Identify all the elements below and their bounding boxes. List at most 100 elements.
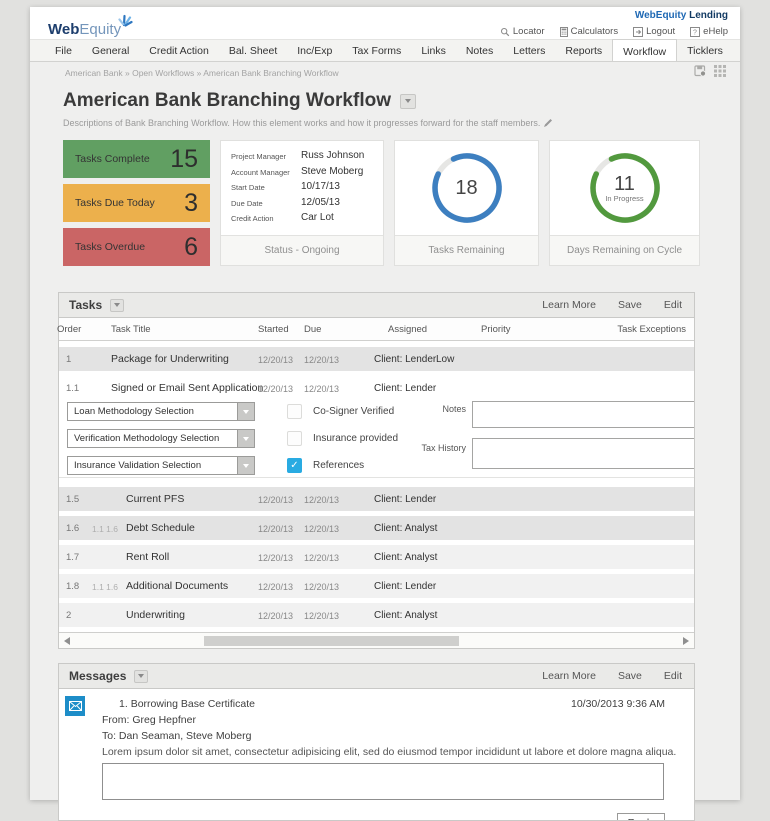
- status-label: Status - Ongoing: [221, 235, 383, 265]
- task-started: 12/20/13: [258, 355, 293, 365]
- checkbox-references[interactable]: ✓References: [287, 456, 398, 475]
- logo-web: Web: [48, 21, 79, 38]
- action-learn-more[interactable]: Learn More: [542, 670, 596, 682]
- task-started: 12/20/13: [258, 582, 293, 592]
- task-title: Package for Underwriting: [111, 353, 229, 365]
- task-due: 12/20/13: [304, 611, 339, 621]
- toplink-ehelp[interactable]: ?eHelp: [690, 26, 728, 37]
- task-order: 1.5: [66, 494, 79, 505]
- tab-file[interactable]: File: [45, 40, 82, 61]
- days-remaining-label: Days Remaining on Cycle: [550, 235, 699, 265]
- select-chevron-icon[interactable]: [237, 403, 254, 420]
- message-subject: 1. Borrowing Base Certificate: [119, 698, 255, 710]
- task-row-rent-roll[interactable]: 1.7Rent Roll12/20/1312/20/13Client: Anal…: [59, 545, 694, 569]
- stat-card-tasks-due-today: Tasks Due Today3: [63, 184, 210, 222]
- tab-links[interactable]: Links: [411, 40, 456, 61]
- save-history-icon[interactable]: [694, 64, 707, 82]
- messages-dropdown-button[interactable]: [134, 670, 148, 683]
- message-to: To: Dan Seaman, Steve Moberg: [102, 730, 665, 742]
- tasks-panel-title: Tasks: [69, 298, 102, 312]
- task-assigned: Client: Lender: [374, 494, 436, 505]
- reply-button[interactable]: Reply: [617, 813, 665, 821]
- select-chevron-icon[interactable]: [237, 430, 254, 447]
- task-expanded-detail: Loan Methodology Selection Verification M…: [59, 400, 694, 478]
- task-started: 12/20/13: [258, 495, 293, 505]
- scrollbar-thumb[interactable]: [204, 636, 459, 646]
- verification-methodology-selection-select[interactable]: Verification Methodology Selection: [67, 429, 255, 448]
- title-dropdown-button[interactable]: [400, 94, 416, 109]
- unchecked-checkbox-icon[interactable]: [287, 404, 302, 419]
- checkbox-co-signer-verified[interactable]: Co-Signer Verified: [287, 402, 398, 421]
- days-remaining-value: 11: [605, 174, 643, 194]
- insurance-validation-selection-select[interactable]: Insurance Validation Selection: [67, 456, 255, 475]
- tab-credit-action[interactable]: Credit Action: [139, 40, 219, 61]
- task-row-underwriting[interactable]: 2Underwriting12/20/1312/20/13Client: Ana…: [59, 603, 694, 627]
- tab-ticklers[interactable]: Ticklers: [677, 40, 733, 61]
- toplink-logout[interactable]: Logout: [633, 26, 675, 37]
- breadcrumb: American Bank » Open Workflows » America…: [65, 68, 339, 78]
- tab-notes[interactable]: Notes: [456, 40, 503, 61]
- reply-row: Reply: [89, 813, 665, 821]
- task-assigned: Client: Analyst: [374, 523, 437, 534]
- top-links: Locator Calculators Logout ?eHelp: [500, 26, 728, 37]
- action-learn-more[interactable]: Learn More: [542, 299, 596, 311]
- edit-pencil-icon[interactable]: [543, 118, 553, 128]
- tax-history-textarea[interactable]: [472, 438, 694, 469]
- task-row-signed-or-email-sent-application[interactable]: 1.1Signed or Email Sent Application12/20…: [59, 376, 694, 400]
- notes-textarea[interactable]: [472, 401, 694, 428]
- tab-tax-forms[interactable]: Tax Forms: [342, 40, 411, 61]
- tab-workflow[interactable]: Workflow: [612, 39, 677, 61]
- task-title: Rent Roll: [126, 551, 169, 563]
- logo-equity: Equity: [79, 21, 121, 38]
- tab-bal-sheet[interactable]: Bal. Sheet: [219, 40, 287, 61]
- task-row-current-pfs[interactable]: 1.5Current PFS12/20/1312/20/13Client: Le…: [59, 487, 694, 511]
- product-lending: Lending: [689, 10, 728, 21]
- task-row-package-for-underwriting[interactable]: 1Package for Underwriting12/20/1312/20/1…: [59, 347, 694, 371]
- action-edit[interactable]: Edit: [664, 299, 682, 311]
- messages-panel: Messages Learn MoreSaveEdit 1. Borrowing…: [58, 663, 695, 821]
- notes-label: Notes: [409, 404, 466, 414]
- scroll-right-icon[interactable]: [683, 637, 689, 645]
- task-assigned: Client: Lender: [374, 581, 436, 592]
- task-row-debt-schedule[interactable]: 1.61.1 1.6Debt Schedule12/20/1312/20/13C…: [59, 516, 694, 540]
- select-chevron-icon[interactable]: [237, 457, 254, 474]
- tab-letters[interactable]: Letters: [503, 40, 555, 61]
- page-title: American Bank Branching Workflow: [63, 90, 391, 112]
- task-title: Underwriting: [126, 609, 185, 621]
- topbar-right: WebEquity Lending Locator Calculators Logo…: [500, 10, 728, 37]
- col-task-title: Task Title: [111, 324, 151, 335]
- checked-checkbox-icon[interactable]: ✓: [287, 458, 302, 473]
- top-bar: WebEquity WebEquity Lending Locator Calcu…: [30, 7, 740, 39]
- tasks-rows: 1Package for Underwriting12/20/1312/20/1…: [59, 341, 694, 632]
- scroll-left-icon[interactable]: [64, 637, 70, 645]
- message-subject-row: 1. Borrowing Base Certificate 10/30/2013…: [89, 698, 665, 710]
- tasks-remaining-label: Tasks Remaining: [395, 235, 538, 265]
- tab-reports[interactable]: Reports: [555, 40, 612, 61]
- action-save[interactable]: Save: [618, 670, 642, 682]
- toplink-locator[interactable]: Locator: [500, 26, 545, 37]
- tasks-panel: Tasks Learn MoreSaveEdit OrderTask Title…: [58, 292, 695, 649]
- grid-view-icon[interactable]: [714, 64, 726, 82]
- product-name: WebEquity Lending: [500, 10, 728, 21]
- loan-methodology-selection-select[interactable]: Loan Methodology Selection: [67, 402, 255, 421]
- logout-icon: [633, 27, 643, 37]
- unchecked-checkbox-icon[interactable]: [287, 431, 302, 446]
- task-order: 1.7: [66, 552, 79, 563]
- tasks-remaining-value: 18: [455, 178, 477, 198]
- reply-textarea[interactable]: [102, 763, 664, 800]
- message-timestamp: 10/30/2013 9:36 AM: [571, 698, 665, 710]
- action-edit[interactable]: Edit: [664, 670, 682, 682]
- checkbox-insurance-provided[interactable]: Insurance provided: [287, 429, 398, 448]
- tasks-actions: Learn More Save Edit: [542, 299, 682, 311]
- info-rows: Project ManagerRuss JohnsonAccount Manag…: [221, 141, 383, 235]
- tab-inc-exp[interactable]: Inc/Exp: [287, 40, 342, 61]
- tasks-dropdown-button[interactable]: [110, 299, 124, 312]
- horizontal-scrollbar[interactable]: [59, 632, 694, 648]
- tab-general[interactable]: General: [82, 40, 139, 61]
- page-description: Descriptions of Bank Branching Workflow.…: [63, 118, 540, 128]
- task-assigned: Client: Lender: [374, 354, 436, 365]
- task-title: Signed or Email Sent Application: [111, 382, 263, 394]
- toplink-calculators[interactable]: Calculators: [560, 26, 619, 37]
- action-save[interactable]: Save: [618, 299, 642, 311]
- task-row-additional-documents[interactable]: 1.81.1 1.6Additional Documents12/20/1312…: [59, 574, 694, 598]
